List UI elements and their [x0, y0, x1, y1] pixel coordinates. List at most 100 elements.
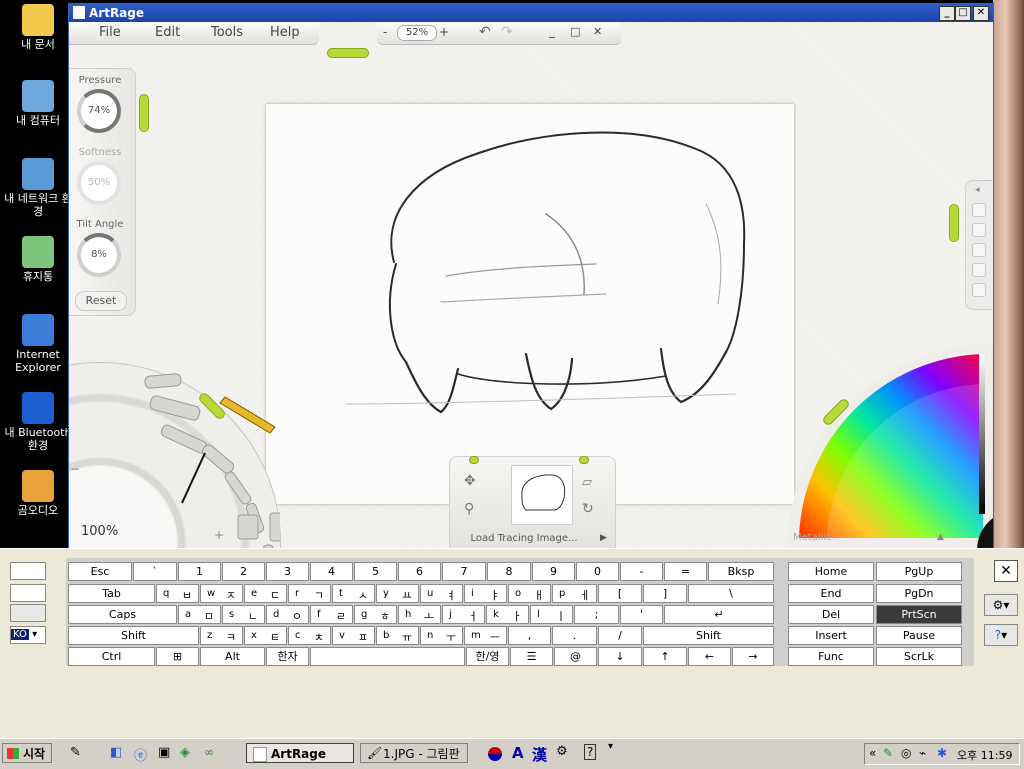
- key[interactable]: cㅊ: [288, 626, 331, 645]
- metallic-toggle[interactable]: Metallic: [793, 532, 832, 543]
- task-artrage[interactable]: ArtRage: [246, 743, 354, 763]
- keyboard-settings-button[interactable]: ⚙▾: [984, 594, 1018, 616]
- key[interactable]: Tab: [68, 584, 155, 603]
- key[interactable]: =: [664, 562, 707, 581]
- lightness-slider[interactable]: [979, 354, 985, 514]
- key[interactable]: bㅠ: [376, 626, 419, 645]
- key[interactable]: 5: [354, 562, 397, 581]
- menu-edit[interactable]: Edit: [155, 25, 180, 40]
- tracing-grip-right[interactable]: [579, 456, 589, 464]
- key[interactable]: [310, 647, 465, 666]
- key[interactable]: -: [620, 562, 663, 581]
- panel-restore-icon[interactable]: □: [570, 25, 580, 38]
- menu-grip-handle[interactable]: [327, 48, 369, 58]
- key[interactable]: ↑: [643, 647, 687, 666]
- key[interactable]: rㄱ: [288, 584, 331, 603]
- desktop-icon[interactable]: 내 문서: [0, 4, 76, 51]
- desktop-icon[interactable]: 곰오디오: [0, 470, 76, 517]
- key[interactable]: PrtScn: [876, 605, 962, 624]
- key[interactable]: Shift: [643, 626, 774, 645]
- task-paint[interactable]: 🖌 1.JPG - 그림판: [360, 743, 468, 763]
- quicklaunch-app-icon[interactable]: ◧: [110, 745, 122, 760]
- key[interactable]: dㅇ: [266, 605, 309, 624]
- keyboard-help-button[interactable]: ?▾: [984, 624, 1018, 646]
- key[interactable]: .: [552, 626, 597, 645]
- menu-tools[interactable]: Tools: [211, 25, 243, 40]
- ime-flag-icon[interactable]: [488, 747, 502, 761]
- key[interactable]: nㅜ: [420, 626, 463, 645]
- key[interactable]: gㅎ: [354, 605, 397, 624]
- key[interactable]: kㅏ: [486, 605, 529, 624]
- key[interactable]: 8: [487, 562, 531, 581]
- key[interactable]: Ctrl: [68, 647, 155, 666]
- key[interactable]: @: [554, 647, 597, 666]
- move-icon[interactable]: ✥: [464, 473, 476, 489]
- zoom-value[interactable]: 52%: [397, 25, 437, 41]
- desktop-icon[interactable]: 내 네트워크 환경: [0, 158, 76, 218]
- undo-icon[interactable]: ↶: [479, 24, 491, 40]
- start-button[interactable]: 시작: [2, 743, 52, 763]
- quicklaunch-artrage-icon[interactable]: ▣: [158, 745, 170, 760]
- key[interactable]: zㅋ: [200, 626, 243, 645]
- layer-stack-icon[interactable]: ▱: [582, 475, 592, 490]
- properties-grip-handle[interactable]: [139, 94, 149, 132]
- desktop-icon[interactable]: 휴지통: [0, 236, 76, 283]
- key[interactable]: hㅗ: [398, 605, 441, 624]
- key[interactable]: Bksp: [708, 562, 774, 581]
- key[interactable]: 9: [532, 562, 575, 581]
- key[interactable]: ScrLk: [876, 647, 962, 666]
- close-button[interactable]: ✕: [973, 6, 989, 21]
- quicklaunch-ie-icon[interactable]: ⓔ: [134, 745, 147, 764]
- key[interactable]: PgDn: [876, 584, 962, 603]
- key[interactable]: Func: [788, 647, 874, 666]
- key[interactable]: 1: [178, 562, 221, 581]
- keyboard-close-button[interactable]: ✕: [994, 560, 1018, 582]
- tray-bluetooth-icon[interactable]: ✱: [937, 746, 947, 760]
- key[interactable]: ': [620, 605, 663, 624]
- key[interactable]: ,: [508, 626, 551, 645]
- panel-collapse-icon[interactable]: ◂: [975, 185, 980, 195]
- tray-clock[interactable]: 오후 11:59: [957, 747, 1012, 763]
- key[interactable]: qㅂ: [156, 584, 199, 603]
- tray-sync-icon[interactable]: ◎: [901, 746, 911, 760]
- quicklaunch-network-icon[interactable]: ◈: [180, 745, 190, 760]
- ime-alpha-mode[interactable]: A: [512, 744, 524, 762]
- key[interactable]: sㄴ: [222, 605, 265, 624]
- ime-help-icon[interactable]: ?: [584, 744, 597, 760]
- language-select[interactable]: KO ▾: [10, 626, 46, 644]
- key[interactable]: 0: [576, 562, 619, 581]
- show-desktop-icon[interactable]: ✎: [70, 745, 81, 760]
- minimize-button[interactable]: _: [939, 6, 955, 21]
- softness-dial[interactable]: 50%: [77, 161, 121, 205]
- key[interactable]: ←: [688, 647, 731, 666]
- key[interactable]: 3: [266, 562, 309, 581]
- key[interactable]: Del: [788, 605, 874, 624]
- keyboard-layout-1-button[interactable]: [10, 562, 46, 580]
- desktop-icon[interactable]: 내 Bluetooth 환경: [0, 392, 76, 452]
- tool-wheel[interactable]: − +: [69, 362, 281, 550]
- key[interactable]: yㅛ: [376, 584, 419, 603]
- key[interactable]: End: [788, 584, 874, 603]
- panel-minimize-icon[interactable]: _: [549, 24, 555, 38]
- reset-button[interactable]: Reset: [75, 291, 127, 311]
- key[interactable]: [: [598, 584, 642, 603]
- layer-slot[interactable]: [972, 203, 986, 217]
- keyboard-layout-2-button[interactable]: [10, 584, 46, 602]
- key[interactable]: vㅍ: [332, 626, 375, 645]
- quicklaunch-extra-icon[interactable]: ∞: [204, 745, 214, 759]
- window-titlebar[interactable]: ArtRage _ □ ✕: [69, 4, 993, 22]
- key[interactable]: fㄹ: [310, 605, 353, 624]
- desktop-icon[interactable]: 내 컴퓨터: [0, 80, 76, 127]
- key[interactable]: →: [732, 647, 774, 666]
- key[interactable]: ⊞: [156, 647, 199, 666]
- key[interactable]: Insert: [788, 626, 874, 645]
- tray-expand-button[interactable]: «: [869, 746, 876, 760]
- tray-network-icon[interactable]: ⌁: [919, 746, 926, 760]
- key[interactable]: Esc: [68, 562, 132, 581]
- key[interactable]: wㅈ: [200, 584, 243, 603]
- load-tracing-image-button[interactable]: Load Tracing Image...: [454, 533, 594, 544]
- keyboard-layout-3-button[interactable]: [10, 604, 46, 622]
- layer-slot[interactable]: [972, 263, 986, 277]
- key[interactable]: mㅡ: [464, 626, 507, 645]
- key[interactable]: aㅁ: [178, 605, 221, 624]
